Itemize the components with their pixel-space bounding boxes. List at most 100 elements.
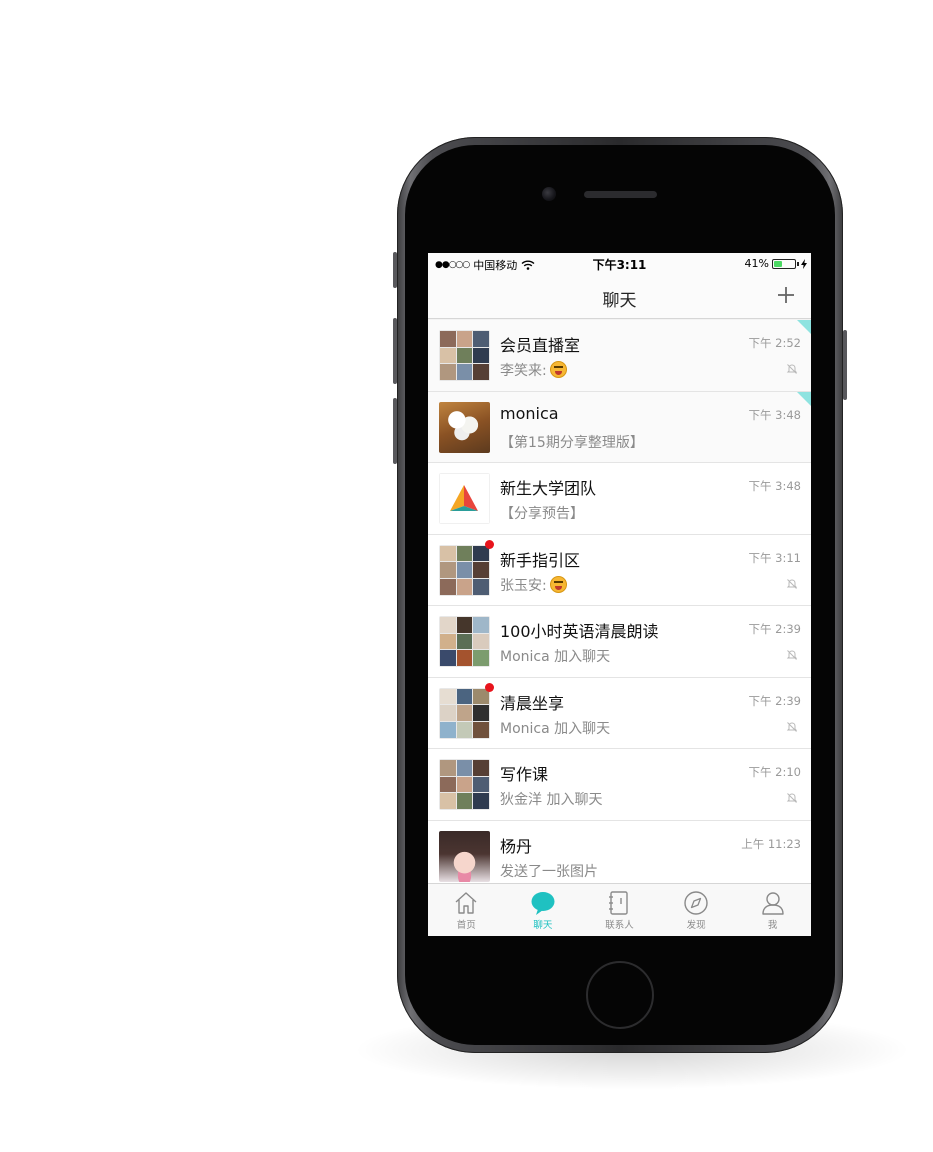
chat-preview-text: 李笑来: <box>500 363 547 379</box>
chat-time: 下午 3:48 <box>748 407 801 422</box>
chat-preview-text: Monica 加入聊天 <box>500 720 611 737</box>
avatar[interactable] <box>439 473 490 524</box>
chat-name: 写作课 <box>500 765 549 784</box>
chat-row[interactable]: 清晨坐享 Monica 加入聊天 下午 2:39 <box>428 677 811 749</box>
tab-chat[interactable]: 聊天 <box>505 884 582 936</box>
status-right: 41% <box>745 257 807 270</box>
chat-name: 会员直播室 <box>500 336 581 355</box>
chat-bubble-icon <box>531 892 555 915</box>
chat-name: 杨丹 <box>500 836 533 856</box>
battery-percent: 41% <box>744 257 769 270</box>
chat-row[interactable]: 新生大学团队 【分享预告】 下午 3:48 <box>428 463 811 535</box>
tab-label: 聊天 <box>533 920 553 931</box>
chat-preview: 李笑来: <box>500 360 567 380</box>
avatar[interactable] <box>439 687 490 739</box>
avatar-grid <box>439 616 490 667</box>
unread-dot <box>485 682 494 692</box>
chat-preview: 【分享预告】 <box>500 503 584 523</box>
mute-bell-icon <box>786 578 798 589</box>
tab-label: 发现 <box>686 920 706 931</box>
tab-home[interactable]: 首页 <box>428 884 505 936</box>
chat-preview: 张玉安: <box>500 575 567 595</box>
home-button <box>586 961 654 1029</box>
triangle-logo <box>439 473 490 524</box>
chat-time: 上午 11:23 <box>741 836 801 851</box>
chat-name: monica <box>500 403 559 423</box>
volume-down-button <box>393 398 397 464</box>
avatar-image <box>439 830 490 882</box>
pinned-marker <box>797 320 811 334</box>
status-bar: ●●○○○ 中国移动 下午3:11 41% <box>428 253 811 274</box>
chat-time: 下午 3:48 <box>748 479 801 493</box>
chat-preview: 狄金洋 加入聊天 <box>500 789 602 809</box>
pinned-marker <box>797 391 811 406</box>
squinting-tongue-emoji <box>549 575 567 593</box>
battery-cap <box>797 261 799 266</box>
avatar[interactable] <box>439 544 490 596</box>
chat-preview: Monica 加入聊天 <box>500 646 610 666</box>
phone-screen: ●●○○○ 中国移动 下午3:11 41% 聊天 会员直播室 李笑来: 下午 2… <box>428 253 811 936</box>
avatar[interactable] <box>439 830 490 882</box>
chat-time: 下午 3:11 <box>748 550 801 565</box>
chat-preview-text: 【第15期分享整理版】 <box>500 434 644 451</box>
tab-label: 我 <box>767 920 778 931</box>
chat-row[interactable]: 新手指引区张玉安: 下午 3:11 <box>428 534 811 606</box>
mute-bell-icon <box>786 721 798 732</box>
chat-preview-text: 狄金洋 加入聊天 <box>500 792 603 808</box>
chat-preview-text: 【分享预告】 <box>500 506 584 522</box>
chat-list: 会员直播室 李笑来: 下午 2:52 monica 【第15期分享整理版】 下午 3:48… <box>428 320 811 883</box>
chat-time: 下午 2:52 <box>748 336 801 350</box>
chat-preview-text: 张玉安: <box>500 577 547 594</box>
front-camera <box>542 187 556 201</box>
tab-label: 首页 <box>456 920 476 931</box>
battery-level <box>774 260 782 267</box>
avatar[interactable] <box>439 330 490 381</box>
tab-label: 联系人 <box>605 920 634 931</box>
home-icon <box>455 892 477 914</box>
contacts-book-icon <box>609 891 629 915</box>
compass-icon <box>684 891 708 915</box>
mute-bell-icon <box>786 364 798 374</box>
chat-time: 下午 2:39 <box>748 693 801 708</box>
power-button <box>843 330 847 400</box>
chat-row[interactable]: monica 【第15期分享整理版】 下午 3:48 <box>428 391 811 463</box>
chat-time: 下午 2:39 <box>748 622 801 636</box>
earpiece-speaker <box>584 191 657 198</box>
mute-bell-icon <box>786 793 798 803</box>
mute-switch <box>393 252 397 288</box>
chat-preview-text: 发送了一张图片 <box>500 863 598 880</box>
avatar-grid <box>439 544 490 596</box>
navigation-bar: 聊天 <box>428 274 811 319</box>
chat-time: 下午 2:10 <box>748 765 801 779</box>
avatar[interactable] <box>439 616 490 667</box>
chat-preview: 发送了一张图片 <box>500 861 598 881</box>
volume-up-button <box>393 318 397 384</box>
avatar[interactable] <box>439 759 490 810</box>
chat-name: 新生大学团队 <box>500 479 597 498</box>
page-title: 聊天 <box>602 291 637 311</box>
unread-dot <box>485 539 494 549</box>
tab-contacts[interactable]: 联系人 <box>581 884 658 936</box>
squinting-tongue-emoji <box>549 361 567 378</box>
charging-bolt-icon <box>801 258 807 269</box>
avatar-grid <box>439 330 490 381</box>
chat-row[interactable]: 100小时英语清晨朗读 Monica 加入聊天 下午 2:39 <box>428 606 811 678</box>
chat-preview: Monica 加入聊天 <box>500 718 610 738</box>
chat-preview: 【第15期分享整理版】 <box>500 432 644 452</box>
tab-discover[interactable]: 发现 <box>658 884 735 936</box>
chat-row[interactable]: 杨丹发送了一张图片 上午 11:23 <box>428 820 811 883</box>
avatar[interactable] <box>439 401 490 453</box>
person-icon <box>761 892 784 915</box>
chat-name: 清晨坐享 <box>500 693 565 713</box>
tab-me[interactable]: 我 <box>734 884 811 936</box>
chat-row[interactable]: 会员直播室李笑来: 下午 2:52 <box>428 320 811 392</box>
avatar-grid <box>439 759 490 810</box>
chat-row[interactable]: 写作课狄金洋 加入聊天 下午 2:10 <box>428 749 811 821</box>
mute-bell-icon <box>786 650 798 660</box>
avatar-image <box>439 401 490 453</box>
chat-name: 100小时英语清晨朗读 <box>500 622 659 641</box>
battery-icon <box>772 258 796 269</box>
avatar-grid <box>439 687 490 739</box>
plus-icon[interactable] <box>773 282 799 308</box>
chat-name: 新手指引区 <box>500 550 581 570</box>
